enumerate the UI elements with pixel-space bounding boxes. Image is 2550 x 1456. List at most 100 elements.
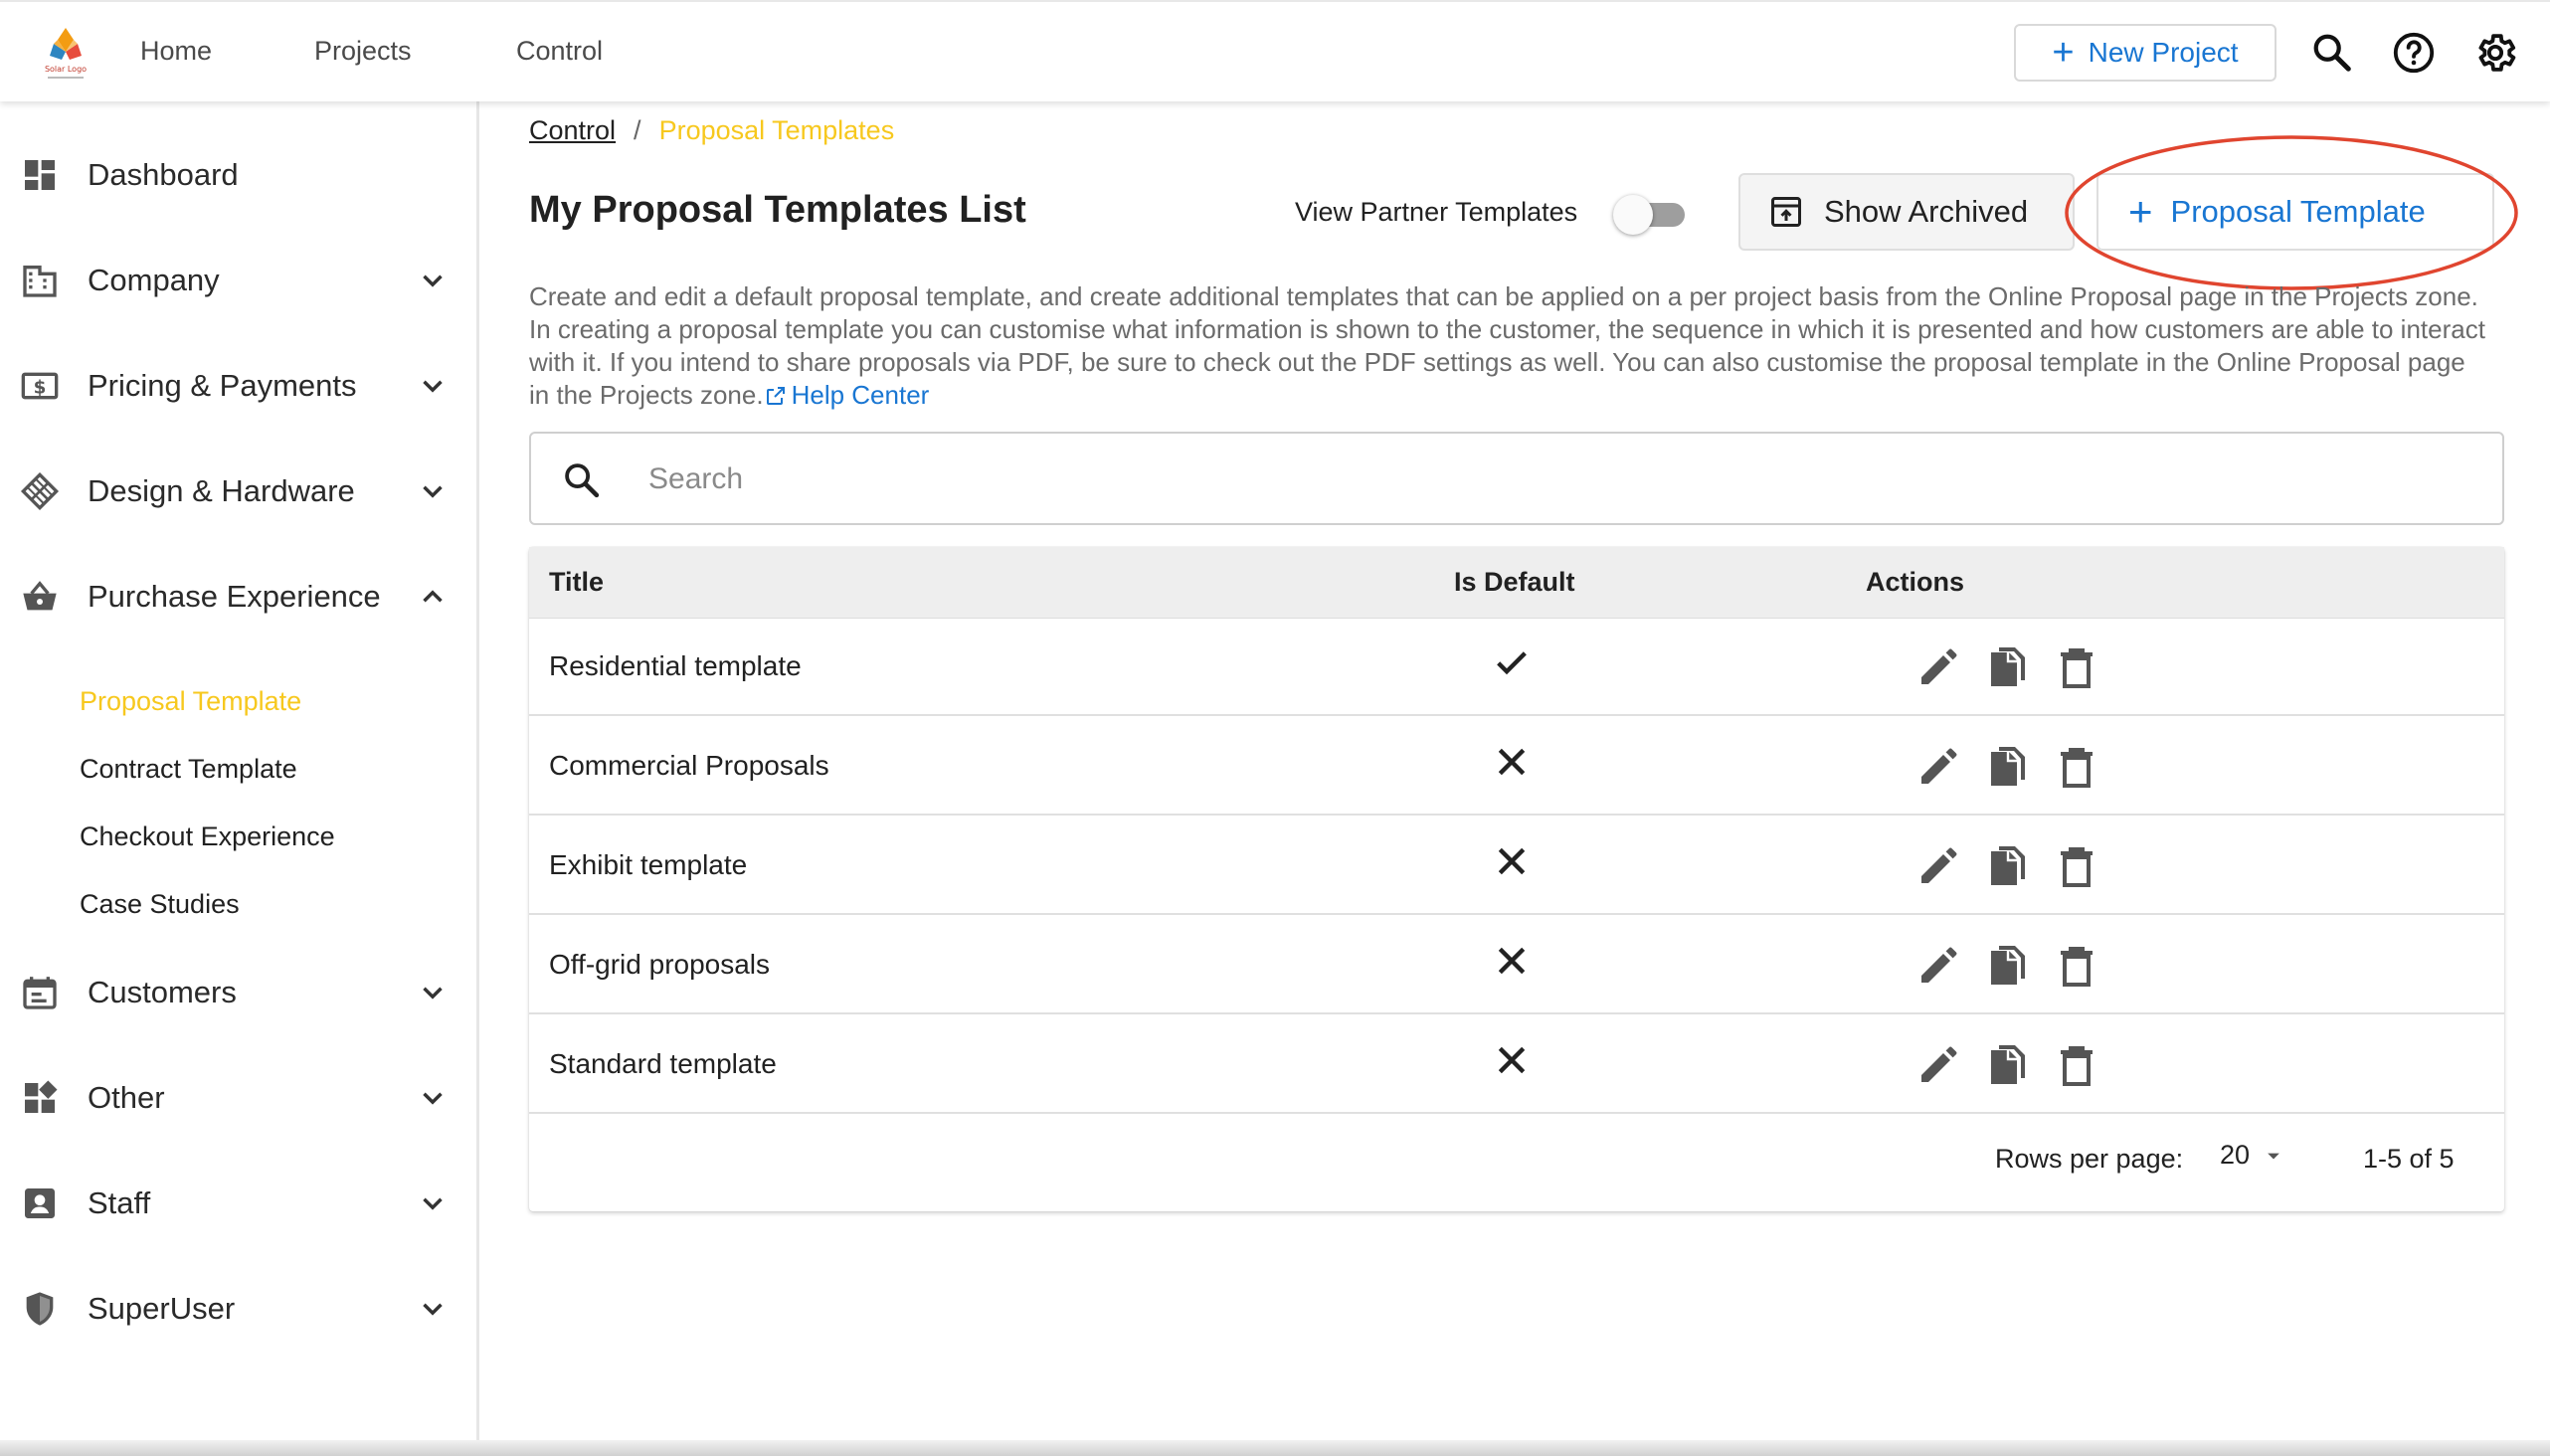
sidebar-item-staff[interactable]: Staff <box>0 1164 479 1243</box>
row-title: Standard template <box>549 1048 777 1079</box>
column-header-actions: Actions <box>1866 567 1965 597</box>
person-badge-icon <box>25 1188 55 1218</box>
edit-icon[interactable] <box>1913 744 1961 792</box>
partner-templates-toggle[interactable] <box>1613 195 1689 235</box>
delete-icon[interactable] <box>2053 744 2100 792</box>
row-title: Commercial Proposals <box>549 750 829 781</box>
toggle-thumb <box>1613 195 1653 235</box>
delete-icon[interactable] <box>2053 843 2100 891</box>
row-title: Exhibit template <box>549 849 748 880</box>
table-header: Title Is Default Actions <box>529 547 2504 619</box>
search-icon <box>565 463 600 498</box>
sidebar-item-label: Other <box>88 1080 165 1115</box>
sidebar-item-dashboard[interactable]: Dashboard <box>0 135 479 215</box>
column-header-title[interactable]: Title <box>549 567 604 598</box>
sidebar-item-label: Customers <box>88 975 237 1009</box>
templates-table: Title Is Default Actions Residential tem… <box>529 547 2504 1211</box>
caret-down-icon <box>2268 1153 2279 1159</box>
chevron-down-icon <box>423 1303 443 1316</box>
breadcrumb-control-link[interactable]: Control <box>529 115 616 146</box>
sidebar-item-design[interactable]: Design & Hardware <box>0 452 479 531</box>
external-link-icon <box>766 387 785 405</box>
search-box <box>529 432 2504 525</box>
sidebar-item-label: Pricing & Payments <box>88 368 357 403</box>
delete-icon[interactable] <box>2053 644 2100 692</box>
delete-icon[interactable] <box>2053 1042 2100 1090</box>
duplicate-icon[interactable] <box>1983 1042 2031 1090</box>
cross-icon <box>1498 847 1526 875</box>
check-icon <box>1497 651 1527 675</box>
duplicate-icon[interactable] <box>1983 943 2031 991</box>
sidebar-item-other[interactable]: Other <box>0 1058 479 1138</box>
duplicate-icon[interactable] <box>1983 644 2031 692</box>
search-icon[interactable] <box>2309 30 2355 76</box>
duplicate-icon[interactable] <box>1983 744 2031 792</box>
sidebar-item-label: Company <box>88 263 220 297</box>
table-row[interactable]: Off-grid proposals <box>529 917 2504 1014</box>
gear-icon[interactable] <box>2472 30 2518 76</box>
rows-per-page-label: Rows per page: <box>1995 1144 2184 1174</box>
table-row[interactable]: Exhibit template <box>529 818 2504 915</box>
new-project-button[interactable]: + New Project <box>2014 24 2277 82</box>
table-row[interactable]: Commercial Proposals <box>529 718 2504 816</box>
search-input[interactable] <box>648 454 2459 505</box>
edit-icon[interactable] <box>1913 943 1961 991</box>
chevron-down-icon <box>423 1197 443 1210</box>
nav-projects[interactable]: Projects <box>314 36 412 67</box>
show-archived-button[interactable]: Show Archived <box>1738 173 2075 251</box>
basket-icon <box>23 581 57 611</box>
help-icon[interactable] <box>2391 30 2437 76</box>
sidebar-subitem-case-studies[interactable]: Case Studies <box>80 889 240 920</box>
top-app-bar: Solar Logo Home Projects Control + New P… <box>0 0 2550 101</box>
chevron-up-icon <box>423 590 443 603</box>
breadcrumb: Control / Proposal Templates <box>529 115 894 146</box>
sidebar-item-label: Purchase Experience <box>88 579 381 614</box>
grid-diamond-icon <box>20 471 60 511</box>
chevron-down-icon <box>423 987 443 1000</box>
show-archived-label: Show Archived <box>1824 194 2029 229</box>
row-title: Residential template <box>549 650 802 681</box>
edit-icon[interactable] <box>1913 843 1961 891</box>
calendar-icon <box>23 977 57 1009</box>
rows-per-page-value: 20 <box>2220 1140 2251 1170</box>
sidebar-item-superuser[interactable]: SuperUser <box>0 1269 479 1349</box>
plus-icon: + <box>2128 188 2153 235</box>
sidebar-item-label: Dashboard <box>88 157 239 192</box>
add-proposal-template-button[interactable]: + Proposal Template <box>2096 173 2494 251</box>
page-title: My Proposal Templates List <box>529 189 1026 231</box>
add-proposal-template-label: Proposal Template <box>2170 194 2426 229</box>
duplicate-icon[interactable] <box>1983 843 2031 891</box>
pagination-info: 1-5 of 5 <box>2363 1144 2455 1174</box>
cross-icon <box>1498 947 1526 975</box>
table-row[interactable]: Standard template <box>529 1016 2504 1114</box>
sidebar-subitem-checkout-experience[interactable]: Checkout Experience <box>80 821 335 852</box>
nav-home[interactable]: Home <box>140 36 212 67</box>
table-row[interactable]: Residential template <box>529 619 2504 716</box>
cross-icon <box>1498 748 1526 776</box>
help-center-label: Help Center <box>791 380 930 410</box>
chevron-down-icon <box>423 274 443 287</box>
chevron-down-icon <box>423 380 443 393</box>
breadcrumb-current: Proposal Templates <box>658 115 895 145</box>
svg-text:$: $ <box>34 378 47 399</box>
sidebar-item-purchase-experience[interactable]: Purchase Experience <box>0 557 479 637</box>
dashboard-icon <box>25 160 55 190</box>
company-logo[interactable]: Solar Logo <box>38 22 93 84</box>
window-bottom-edge <box>0 1440 2550 1456</box>
sidebar-subitem-proposal-template[interactable]: Proposal Template <box>80 686 301 717</box>
sidebar-subitem-contract-template[interactable]: Contract Template <box>80 754 297 785</box>
nav-control[interactable]: Control <box>516 36 603 67</box>
sidebar-item-company[interactable]: Company <box>0 241 479 320</box>
archive-icon <box>1771 197 1801 227</box>
help-center-link[interactable]: Help Center <box>764 380 930 410</box>
delete-icon[interactable] <box>2053 943 2100 991</box>
sidebar-item-customers[interactable]: Customers <box>0 953 479 1032</box>
partner-toggle-label: View Partner Templates <box>1295 197 1578 227</box>
column-header-is-default[interactable]: Is Default <box>1454 567 1575 598</box>
sidebar-item-pricing[interactable]: $ Pricing & Payments <box>0 346 479 426</box>
page-description: Create and edit a default proposal templ… <box>529 280 2488 412</box>
plus-icon: + <box>2052 32 2075 74</box>
rows-per-page-select[interactable]: 20 <box>2220 1140 2287 1171</box>
edit-icon[interactable] <box>1913 1042 1961 1090</box>
edit-icon[interactable] <box>1913 644 1961 692</box>
